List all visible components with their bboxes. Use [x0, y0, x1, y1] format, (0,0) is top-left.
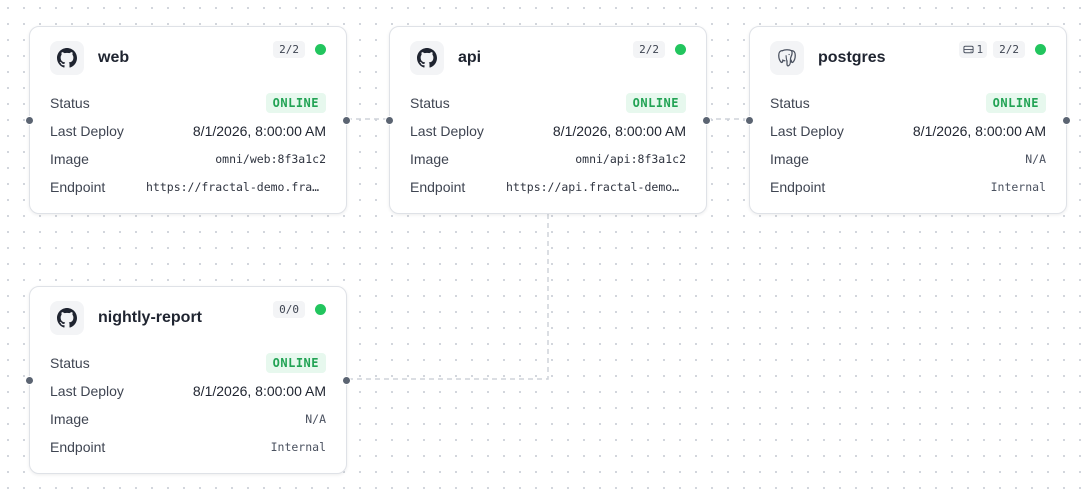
image-value: N/A — [1025, 152, 1046, 166]
health-indicator — [315, 44, 326, 55]
endpoint-row: Endpoint Internal — [50, 433, 326, 461]
image-label: Image — [50, 151, 89, 167]
status-label: Status — [50, 355, 90, 371]
health-indicator — [675, 44, 686, 55]
last-deploy-value: 8/1/2026, 8:00:00 AM — [552, 123, 686, 139]
github-icon — [50, 41, 84, 75]
volume-count: 1 — [958, 41, 988, 58]
last-deploy-row: Last Deploy 8/1/2026, 8:00:00 AM — [50, 117, 326, 145]
status-badge: ONLINE — [265, 353, 326, 373]
endpoint-value: Internal — [270, 440, 326, 454]
source-handle[interactable] — [342, 116, 351, 125]
status-label: Status — [410, 95, 450, 111]
target-handle[interactable] — [25, 116, 34, 125]
endpoint-label: Endpoint — [410, 179, 466, 195]
endpoint-row: Endpoint https://fractal-demo.fractal.ap… — [50, 173, 326, 201]
endpoint-row: Endpoint https://api.fractal-demo.fracta… — [410, 173, 686, 201]
status-row: Status ONLINE — [50, 89, 326, 117]
service-name: web — [98, 49, 130, 66]
node-header: postgres 1 2/2 — [770, 41, 1046, 75]
endpoint-label: Endpoint — [50, 179, 106, 195]
last-deploy-label: Last Deploy — [410, 123, 484, 139]
service-name: api — [458, 49, 482, 66]
image-row: Image N/A — [50, 405, 326, 433]
replica-count: 2/2 — [633, 41, 665, 58]
image-value: N/A — [305, 412, 326, 426]
last-deploy-value: 8/1/2026, 8:00:00 AM — [912, 123, 1046, 139]
status-row: Status ONLINE — [410, 89, 686, 117]
github-icon — [410, 41, 444, 75]
source-handle[interactable] — [702, 116, 711, 125]
service-name: postgres — [818, 49, 886, 66]
replica-count: 2/2 — [993, 41, 1025, 58]
endpoint-row: Endpoint Internal — [770, 173, 1046, 201]
endpoint-link[interactable]: https://fractal-demo.fractal.app — [146, 180, 326, 194]
image-value: omni/web:8f3a1c2 — [215, 152, 326, 166]
service-node-nightly-report[interactable]: nightly-report 0/0 Status ONLINE Last De… — [25, 286, 351, 474]
service-node-api[interactable]: api 2/2 Status ONLINE Last Deploy 8/1/20… — [385, 26, 711, 214]
last-deploy-row: Last Deploy 8/1/2026, 8:00:00 AM — [770, 117, 1046, 145]
endpoint-label: Endpoint — [50, 439, 106, 455]
postgres-elephant-icon — [770, 41, 804, 75]
status-label: Status — [50, 95, 90, 111]
status-label: Status — [770, 95, 810, 111]
last-deploy-row: Last Deploy 8/1/2026, 8:00:00 AM — [50, 377, 326, 405]
image-label: Image — [770, 151, 809, 167]
target-handle[interactable] — [745, 116, 754, 125]
image-row: Image omni/api:8f3a1c2 — [410, 145, 686, 173]
image-value: omni/api:8f3a1c2 — [575, 152, 686, 166]
last-deploy-label: Last Deploy — [50, 123, 124, 139]
last-deploy-value: 8/1/2026, 8:00:00 AM — [192, 123, 326, 139]
service-name: nightly-report — [98, 309, 202, 326]
status-row: Status ONLINE — [770, 89, 1046, 117]
image-label: Image — [50, 411, 89, 427]
source-handle[interactable] — [342, 376, 351, 385]
image-row: Image N/A — [770, 145, 1046, 173]
status-badge: ONLINE — [625, 93, 686, 113]
target-handle[interactable] — [385, 116, 394, 125]
last-deploy-value: 8/1/2026, 8:00:00 AM — [192, 383, 326, 399]
node-header: nightly-report 0/0 — [50, 301, 326, 335]
health-indicator — [1035, 44, 1046, 55]
status-row: Status ONLINE — [50, 349, 326, 377]
hard-drive-icon — [962, 45, 974, 54]
status-badge: ONLINE — [265, 93, 326, 113]
replica-count: 2/2 — [273, 41, 305, 58]
endpoint-label: Endpoint — [770, 179, 826, 195]
replica-count: 0/0 — [273, 301, 305, 318]
endpoint-link[interactable]: https://api.fractal-demo.fractal.app — [506, 180, 686, 194]
service-node-postgres[interactable]: postgres 1 2/2 Status ONLINE Last Deploy… — [745, 26, 1071, 214]
endpoint-value: Internal — [990, 180, 1046, 194]
service-node-web[interactable]: web 2/2 Status ONLINE Last Deploy 8/1/20… — [25, 26, 351, 214]
node-header: api 2/2 — [410, 41, 686, 75]
service-canvas[interactable]: web 2/2 Status ONLINE Last Deploy 8/1/20… — [0, 0, 1091, 499]
last-deploy-label: Last Deploy — [50, 383, 124, 399]
github-icon — [50, 301, 84, 335]
edge-api-nightly-report — [347, 214, 549, 380]
health-indicator — [315, 304, 326, 315]
last-deploy-label: Last Deploy — [770, 123, 844, 139]
status-badge: ONLINE — [985, 93, 1046, 113]
volume-count-value: 1 — [976, 43, 984, 56]
image-label: Image — [410, 151, 449, 167]
source-handle[interactable] — [1062, 116, 1071, 125]
target-handle[interactable] — [25, 376, 34, 385]
last-deploy-row: Last Deploy 8/1/2026, 8:00:00 AM — [410, 117, 686, 145]
node-header: web 2/2 — [50, 41, 326, 75]
image-row: Image omni/web:8f3a1c2 — [50, 145, 326, 173]
